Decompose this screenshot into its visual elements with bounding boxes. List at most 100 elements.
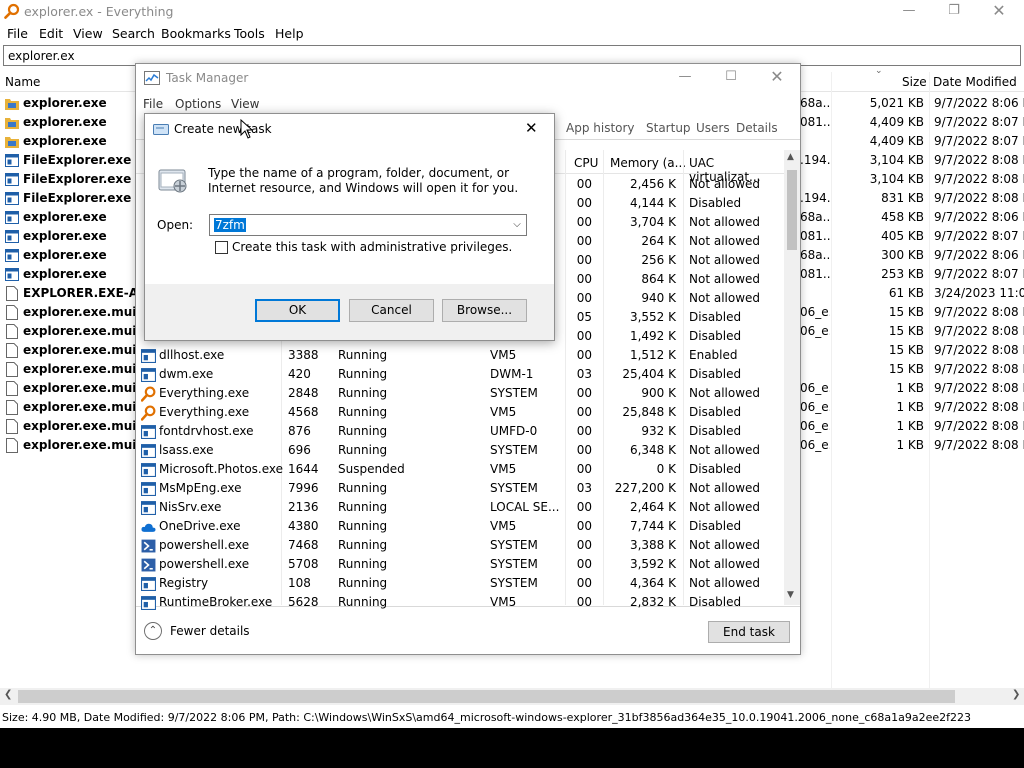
process-row[interactable]: RuntimeBroker.exe 5628 Running VM5 00 2,832 K… — [136, 593, 784, 612]
process-user: VM5 — [490, 595, 517, 609]
ok-button[interactable]: OK — [255, 299, 340, 322]
process-row[interactable]: Everything.exe 4568 Running VM5 00 25,848 K Di… — [136, 403, 784, 422]
process-memory: 3,592 K — [629, 557, 676, 571]
process-uac: Not allowed — [689, 443, 761, 457]
process-row[interactable]: Everything.exe 2848 Running SYSTEM 00 900 K No… — [136, 384, 784, 403]
process-user: LOCAL SE... — [490, 500, 560, 514]
result-date: 9/7/2022 8:07 PM — [934, 134, 1024, 148]
process-cpu: 00 — [576, 519, 592, 533]
menu-search[interactable]: Search — [112, 26, 155, 41]
menu-bookmarks[interactable]: Bookmarks — [161, 26, 231, 41]
process-memory: 3,388 K — [629, 538, 676, 552]
tm-menu-options[interactable]: Options — [175, 97, 221, 111]
scroll-up-icon[interactable]: ▲ — [787, 152, 794, 162]
result-name: explorer.exe.mui — [23, 400, 137, 414]
dialog-title: Create new task — [174, 122, 272, 136]
process-row[interactable]: powershell.exe 7468 Running SYSTEM 00 3,388 K… — [136, 536, 784, 555]
column-size[interactable]: Size — [902, 75, 927, 89]
tm-menu-view[interactable]: View — [231, 97, 259, 111]
process-memory: 25,848 K — [622, 405, 676, 419]
scroll-down-icon[interactable]: ▼ — [787, 590, 794, 600]
tab-details[interactable]: Details — [736, 121, 778, 135]
process-status: Running — [338, 386, 388, 400]
task-manager-titlebar[interactable]: Task Manager — ☐ ✕ — [136, 64, 800, 94]
process-row[interactable]: lsass.exe 696 Running SYSTEM 00 6,348 K Not al… — [136, 441, 784, 460]
process-user: SYSTEM — [490, 481, 538, 495]
process-status: Running — [338, 576, 388, 590]
result-date: 9/7/2022 8:06 PM — [934, 248, 1024, 262]
process-status: Suspended — [338, 462, 405, 476]
powershell-icon — [141, 558, 156, 572]
status-bar: Size: 4.90 MB, Date Modified: 9/7/2022 8… — [0, 708, 1024, 728]
close-button[interactable]: ✕ — [976, 0, 1022, 24]
result-path: 68a... — [800, 248, 830, 262]
process-cpu: 03 — [576, 367, 592, 381]
scrollbar-thumb[interactable] — [787, 170, 797, 250]
column-cpu[interactable]: CPU — [574, 156, 598, 170]
tm-minimize-button[interactable]: — — [662, 66, 708, 90]
tab-startup[interactable]: Startup — [646, 121, 691, 135]
tm-close-button[interactable]: ✕ — [754, 66, 800, 90]
result-size: 458 KB — [881, 210, 924, 224]
process-row[interactable]: dwm.exe 420 Running DWM-1 03 25,404 K Disabled — [136, 365, 784, 384]
menu-view[interactable]: View — [73, 26, 103, 41]
restore-button[interactable]: ❐ — [931, 0, 977, 24]
process-uac: Disabled — [689, 405, 742, 419]
process-row[interactable]: Microsoft.Photos.exe 1644 Suspended VM5 00 0 … — [136, 460, 784, 479]
tab-app-history[interactable]: App history — [566, 121, 635, 135]
tm-maximize-button[interactable]: ☐ — [708, 66, 754, 90]
column-memory[interactable]: Memory (a... — [610, 156, 686, 170]
menu-tools[interactable]: Tools — [234, 26, 265, 41]
end-task-button[interactable]: End task — [708, 621, 790, 643]
process-row[interactable]: OneDrive.exe 4380 Running VM5 00 7,744 K Disab… — [136, 517, 784, 536]
process-icon — [141, 462, 156, 477]
process-cpu: 00 — [576, 253, 592, 267]
process-row[interactable]: powershell.exe 5708 Running SYSTEM 00 3,592 K… — [136, 555, 784, 574]
dialog-close-icon[interactable]: ✕ — [525, 119, 538, 137]
everything-menubar: File Edit View Search Bookmarks Tools He… — [0, 24, 1024, 44]
process-row[interactable]: NisSrv.exe 2136 Running LOCAL SE... 00 2,464 … — [136, 498, 784, 517]
everything-titlebar[interactable]: explorer.ex - Everything — ❐ ✕ — [0, 0, 1024, 24]
process-cpu: 00 — [576, 424, 592, 438]
task-manager-title: Task Manager — [166, 71, 249, 85]
process-uac: Not allowed — [689, 177, 761, 191]
process-memory: 2,464 K — [629, 500, 676, 514]
process-icon — [141, 482, 156, 496]
process-status: Running — [338, 443, 388, 457]
open-input-value[interactable]: 7zfm — [214, 218, 246, 232]
process-pid: 7468 — [288, 538, 319, 552]
file-type-icon — [5, 419, 19, 434]
scrollbar-thumb[interactable] — [18, 690, 955, 703]
menu-edit[interactable]: Edit — [39, 26, 63, 41]
chevron-down-icon[interactable]: ⌵ — [508, 215, 526, 235]
menu-file[interactable]: File — [7, 26, 28, 41]
result-name: explorer.exe — [23, 248, 107, 262]
dialog-body: Type the name of a program, folder, docu… — [145, 144, 554, 284]
tab-users[interactable]: Users — [696, 121, 730, 135]
process-user: VM5 — [490, 405, 517, 419]
process-cpu: 00 — [576, 462, 592, 476]
scroll-right-icon[interactable]: ❯ — [1012, 689, 1020, 700]
cancel-button[interactable]: Cancel — [349, 299, 434, 322]
open-combobox[interactable]: 7zfm ⌵ — [209, 214, 527, 236]
process-row[interactable]: MsMpEng.exe 7996 Running SYSTEM 03 227,200 K N… — [136, 479, 784, 498]
admin-checkbox[interactable] — [215, 241, 228, 254]
process-row[interactable]: fontdrvhost.exe 876 Running UMFD-0 00 932 K Di… — [136, 422, 784, 441]
minimize-button[interactable]: — — [886, 0, 932, 24]
admin-checkbox-label[interactable]: Create this task with administrative pri… — [232, 240, 512, 254]
browse-button[interactable]: Browse... — [442, 299, 527, 322]
vertical-scrollbar[interactable]: ▲ ▼ — [784, 150, 800, 605]
tm-menu-file[interactable]: File — [143, 97, 163, 111]
result-name: FileExplorer.exe — [23, 153, 132, 167]
result-path: 68a... — [800, 210, 830, 224]
column-name[interactable]: Name — [5, 75, 40, 89]
process-row[interactable]: Registry 108 Running SYSTEM 00 4,364 K Not all… — [136, 574, 784, 593]
dialog-titlebar[interactable]: Create new task ✕ — [145, 114, 554, 144]
process-row[interactable]: dllhost.exe 3388 Running VM5 00 1,512 K Enable… — [136, 346, 784, 365]
menu-help[interactable]: Help — [275, 26, 304, 41]
process-pid: 108 — [288, 576, 311, 590]
process-name: Microsoft.Photos.exe — [159, 462, 284, 476]
scroll-left-icon[interactable]: ❮ — [4, 689, 12, 700]
column-date-modified[interactable]: Date Modified — [933, 75, 1017, 89]
horizontal-scrollbar[interactable]: ❮ ❯ — [0, 688, 1024, 705]
